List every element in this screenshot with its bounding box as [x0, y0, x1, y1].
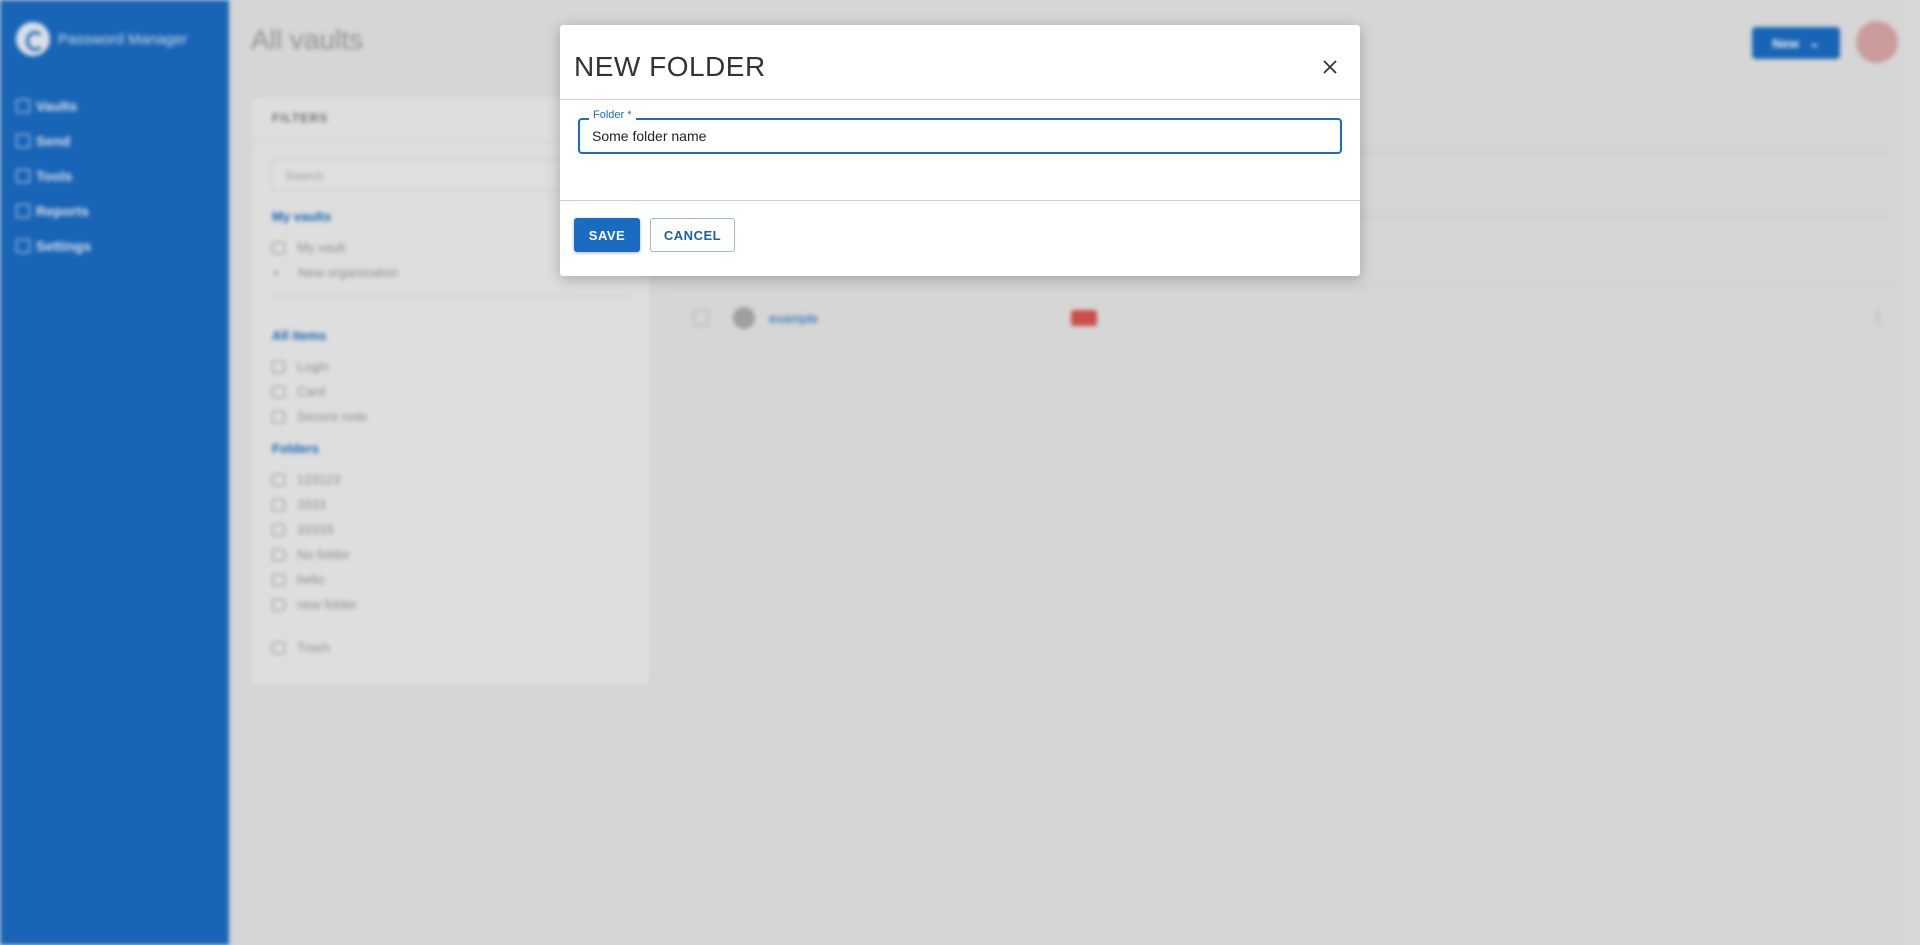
dialog-footer: SAVE CANCEL [560, 201, 1360, 276]
close-icon[interactable] [1320, 57, 1340, 77]
dialog-header: NEW FOLDER [560, 25, 1360, 100]
dialog-title: NEW FOLDER [574, 51, 766, 82]
new-folder-dialog: NEW FOLDER Folder * SAVE CANCEL [560, 25, 1360, 276]
folder-name-input[interactable] [580, 120, 1340, 152]
dialog-body: Folder * [560, 100, 1360, 201]
folder-field: Folder * [578, 109, 1342, 154]
save-button[interactable]: SAVE [574, 218, 640, 252]
cancel-button[interactable]: CANCEL [650, 218, 735, 252]
